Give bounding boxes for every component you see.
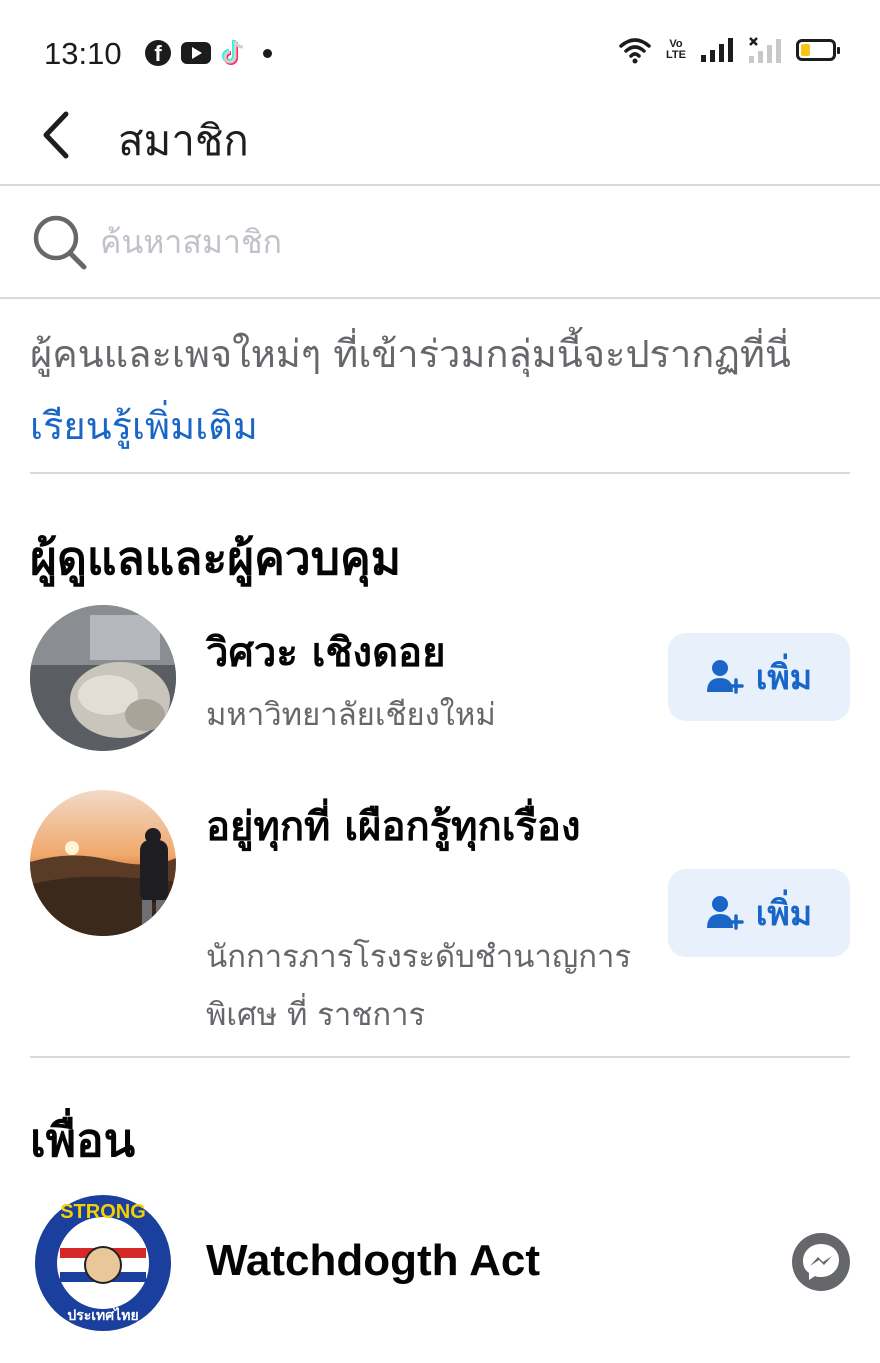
member-name[interactable]: วิศวะ เชิงดอย — [206, 620, 446, 686]
signal-icon — [701, 38, 733, 62]
messenger-button[interactable] — [792, 1233, 850, 1291]
section-divider — [30, 1056, 850, 1058]
status-left-icons: f — [145, 38, 272, 68]
back-button[interactable] — [36, 108, 84, 162]
volte-line2: LTE — [666, 49, 686, 61]
search-bar — [0, 187, 880, 297]
add-button-label: เพิ่ม — [755, 894, 813, 934]
logo-text-bottom: ประเทศไทย — [67, 1306, 138, 1324]
messenger-icon — [803, 1244, 839, 1280]
member-name[interactable]: Watchdogth Act — [206, 1228, 540, 1294]
member-subtitle: นักการภารโรงระดับชำนาญการพิเศษ ที่ ราชกา… — [206, 939, 632, 1033]
avatar[interactable]: STRONG ประเทศไทย — [30, 1190, 176, 1336]
info-description: ผู้คนและเพจใหม่ๆ ที่เข้าร่วมกลุ่มนี้จะปร… — [30, 332, 791, 376]
volte-icon: Vo LTE — [666, 39, 686, 61]
info-text: ผู้คนและเพจใหม่ๆ ที่เข้าร่วมกลุ่มนี้จะปร… — [30, 318, 850, 462]
logo-text-top: STRONG — [60, 1201, 146, 1223]
add-person-icon — [706, 660, 744, 694]
page-title: สมาชิก — [118, 116, 249, 165]
avatar-photo — [30, 790, 176, 936]
status-bar: 13:10 f Vo LTE — [0, 0, 880, 100]
tiktok-icon — [222, 40, 244, 65]
avatar[interactable] — [30, 790, 176, 936]
status-time: 13:10 — [44, 36, 122, 71]
club-logo-icon: STRONG ประเทศไทย — [30, 1190, 176, 1336]
section-title-admins: ผู้ดูแลและผู้ควบคุม — [30, 531, 402, 585]
youtube-icon — [181, 42, 211, 64]
learn-more-link[interactable]: เรียนรู้เพิ่มเติม — [30, 404, 258, 448]
add-person-icon — [706, 896, 744, 930]
info-divider — [30, 472, 850, 474]
signal-no-sim-icon — [749, 37, 781, 63]
status-right-icons: Vo LTE — [618, 36, 840, 64]
header: สมาชิก — [0, 100, 880, 185]
search-divider — [0, 297, 880, 299]
section-title-friends: เพื่อน — [30, 1113, 136, 1167]
notification-dot-icon — [263, 48, 272, 58]
battery-icon — [796, 39, 840, 61]
add-button-label: เพิ่ม — [755, 658, 813, 698]
header-divider — [0, 184, 880, 186]
chevron-left-icon — [43, 111, 69, 159]
add-friend-button[interactable]: เพิ่ม — [668, 869, 850, 957]
member-name[interactable]: อยู่ทุกที่ เผือกรู้ทุกเรื่อง — [206, 794, 626, 860]
add-friend-button[interactable]: เพิ่ม — [668, 633, 850, 721]
facebook-icon: f — [145, 40, 171, 66]
wifi-icon — [619, 38, 651, 64]
search-input[interactable] — [100, 211, 840, 273]
avatar-photo — [30, 605, 176, 751]
avatar[interactable] — [30, 605, 176, 751]
search-icon — [33, 215, 87, 270]
member-subtitle: มหาวิทยาลัยเชียงใหม่ — [206, 697, 496, 733]
